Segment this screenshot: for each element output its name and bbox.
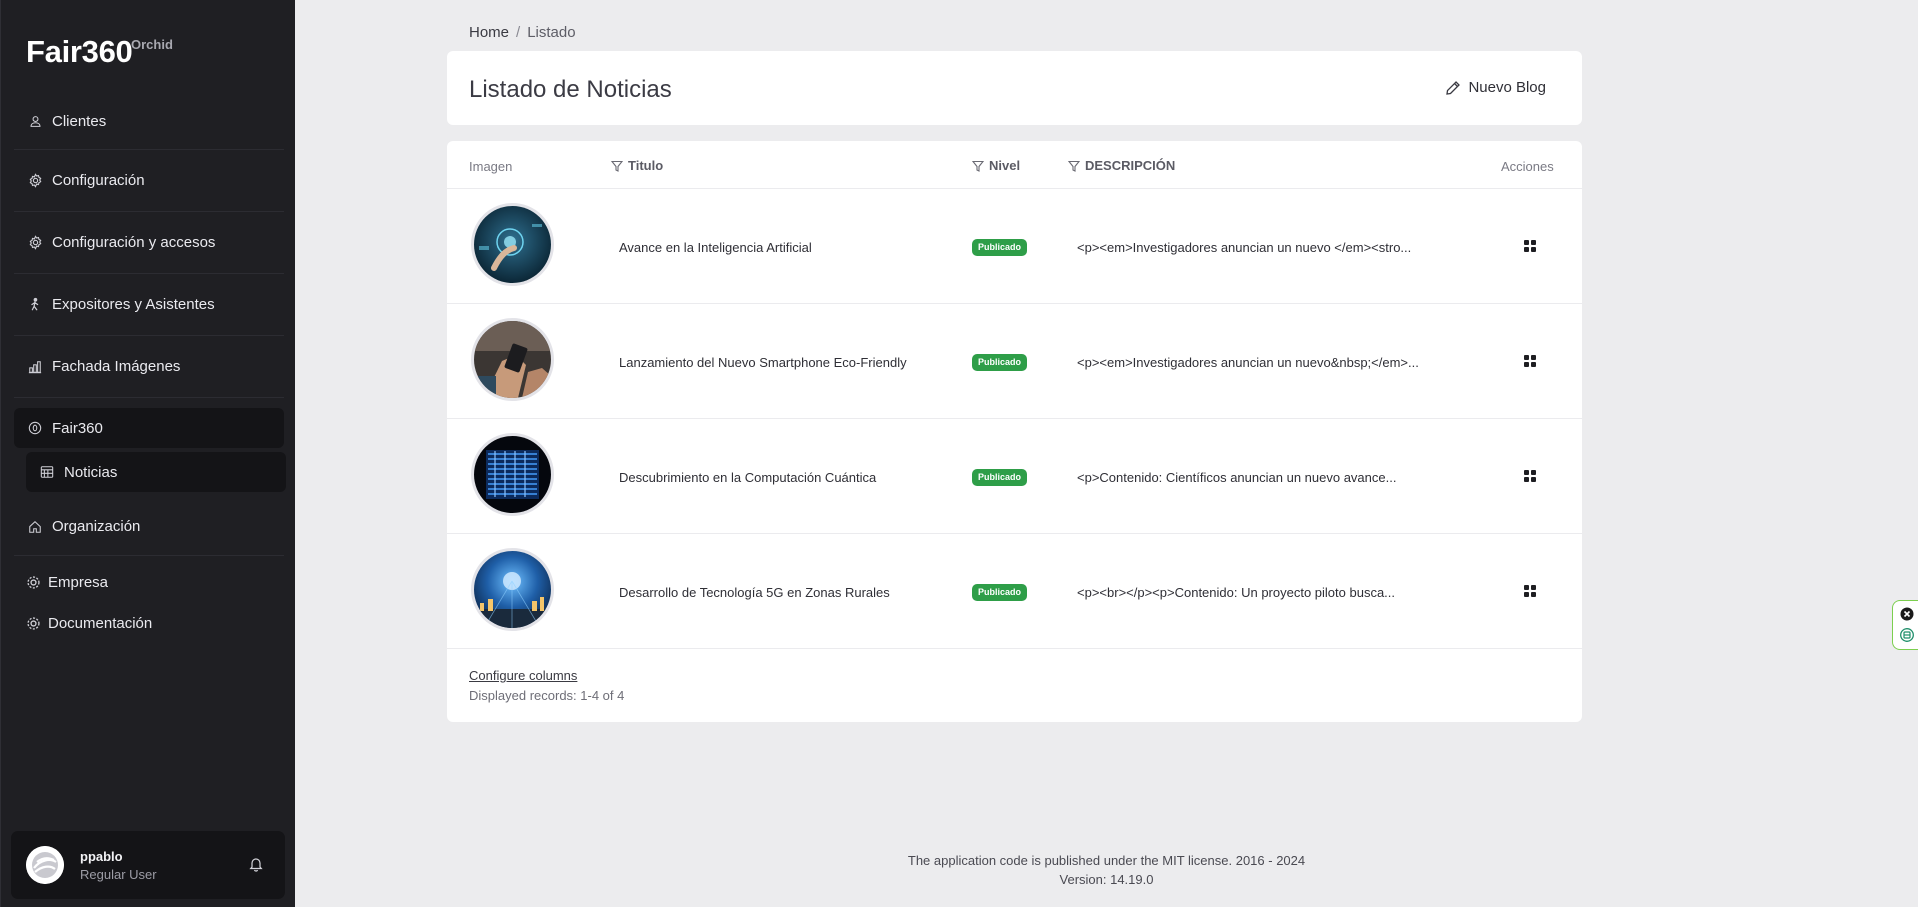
- sidebar-item-configuracion[interactable]: Configuración: [14, 150, 284, 212]
- news-thumbnail-quantum: [471, 433, 554, 516]
- gear-icon: [27, 235, 43, 251]
- news-table: Imagen Titulo Nivel DESCRIPCIÓN Acciones: [447, 141, 1582, 722]
- news-thumbnail-smartphone: [471, 318, 554, 401]
- close-circle-icon[interactable]: [1900, 607, 1914, 621]
- brand-subtitle: Orchid: [131, 37, 173, 52]
- sidebar-item-label: Expositores y Asistentes: [52, 296, 215, 313]
- license-text: The application code is published under …: [907, 853, 1306, 868]
- news-thumbnail-5g: [471, 548, 554, 631]
- news-description: <p>Contenido: Científicos anuncian un nu…: [1077, 470, 1397, 485]
- filter-icon[interactable]: [1067, 160, 1081, 172]
- extension-icon[interactable]: [1900, 628, 1914, 642]
- news-description: <p><br></p><p>Contenido: Un proyecto pil…: [1077, 585, 1396, 600]
- brand-logo[interactable]: Fair360: [26, 34, 133, 70]
- sidebar-item-label: Fair360: [52, 419, 103, 437]
- column-header-actions: Acciones: [1501, 159, 1554, 174]
- actions-menu-icon[interactable]: [1523, 239, 1537, 253]
- cog-icon: [25, 575, 41, 591]
- user-role: Regular User: [80, 867, 157, 882]
- floating-side-widget[interactable]: [1892, 600, 1918, 650]
- column-header-level[interactable]: Nivel: [971, 158, 1021, 173]
- sidebar-item-documentacion[interactable]: Documentación: [14, 603, 284, 644]
- cog-icon: [25, 616, 41, 632]
- walking-person-icon: [27, 297, 43, 313]
- news-title: Avance en la Inteligencia Artificial: [619, 240, 812, 255]
- column-header-image: Imagen: [469, 159, 513, 174]
- sidebar-item-expositores[interactable]: Expositores y Asistentes: [14, 274, 284, 336]
- gear-icon: [27, 173, 43, 189]
- user-name: ppablo: [80, 849, 123, 864]
- sidebar-item-configuracion-accesos[interactable]: Configuración y accesos: [14, 212, 284, 274]
- column-header-description[interactable]: DESCRIPCIÓN: [1067, 158, 1176, 173]
- actions-menu-icon[interactable]: [1523, 469, 1537, 483]
- bar-chart-icon: [27, 359, 43, 375]
- sidebar-item-clientes[interactable]: Clientes: [14, 93, 284, 150]
- sidebar-item-label: Documentación: [48, 615, 153, 632]
- configure-columns-link[interactable]: Configure columns: [469, 668, 577, 683]
- site-footer: The application code is published under …: [295, 851, 1918, 889]
- filter-icon[interactable]: [971, 160, 985, 172]
- table-header: Imagen Titulo Nivel DESCRIPCIÓN Acciones: [447, 141, 1582, 189]
- avatar: [26, 846, 64, 884]
- status-badge: Publicado: [972, 354, 1028, 371]
- new-blog-button[interactable]: Nuevo Blog: [1445, 79, 1546, 96]
- news-title: Lanzamiento del Nuevo Smartphone Eco-Fri…: [619, 355, 907, 370]
- sidebar-item-label: Noticias: [64, 463, 118, 481]
- sidebar-item-label: Fachada Imágenes: [52, 358, 181, 375]
- news-description: <p><em>Investigadores anuncian un nuevo …: [1077, 240, 1412, 255]
- sidebar-item-fair360[interactable]: Fair360: [14, 408, 284, 448]
- status-badge: Publicado: [972, 584, 1028, 601]
- news-thumbnail-ai: [471, 203, 554, 286]
- home-icon: [27, 519, 43, 535]
- circle-zero-icon: [27, 420, 43, 436]
- status-badge: Publicado: [972, 469, 1028, 486]
- calendar-grid-icon: [39, 464, 55, 480]
- sidebar-item-empresa[interactable]: Empresa: [14, 562, 284, 603]
- status-badge: Publicado: [972, 239, 1028, 256]
- page-title: Listado de Noticias: [469, 76, 672, 103]
- breadcrumb-current: Listado: [527, 24, 576, 41]
- sidebar-item-label: Configuración: [52, 172, 145, 189]
- table-row: Avance en la Inteligencia Artificial Pub…: [447, 189, 1582, 304]
- column-header-label: Nivel: [989, 158, 1021, 173]
- version-text: Version: 14.19.0: [1059, 872, 1154, 887]
- breadcrumb-separator: /: [516, 24, 521, 41]
- bell-icon[interactable]: [248, 856, 266, 874]
- page-header: Listado de Noticias Nuevo Blog: [447, 51, 1582, 125]
- pencil-icon: [1445, 80, 1461, 96]
- breadcrumb: Home / Listado: [469, 24, 576, 41]
- user-icon: [27, 113, 43, 129]
- column-header-label: DESCRIPCIÓN: [1085, 158, 1176, 173]
- actions-menu-icon[interactable]: [1523, 354, 1537, 368]
- column-header-title[interactable]: Titulo: [610, 158, 664, 173]
- actions-menu-icon[interactable]: [1523, 584, 1537, 598]
- news-title: Desarrollo de Tecnología 5G en Zonas Rur…: [619, 585, 890, 600]
- news-title: Descubrimiento en la Computación Cuántic…: [619, 470, 877, 485]
- sidebar-item-fachada-imagenes[interactable]: Fachada Imágenes: [14, 336, 284, 398]
- table-row: Descubrimiento en la Computación Cuántic…: [447, 419, 1582, 534]
- sidebar-item-noticias[interactable]: Noticias: [26, 452, 286, 492]
- sidebar: Fair360 Orchid Clientes Configuración Co…: [0, 0, 295, 907]
- sidebar-item-organizacion[interactable]: Organización: [14, 498, 284, 556]
- table-row: Lanzamiento del Nuevo Smartphone Eco-Fri…: [447, 304, 1582, 419]
- filter-icon[interactable]: [610, 160, 624, 172]
- sidebar-item-label: Organización: [52, 518, 141, 535]
- displayed-records: Displayed records: 1-4 of 4: [469, 688, 625, 703]
- column-header-label: Titulo: [628, 158, 664, 173]
- new-blog-label: Nuevo Blog: [1468, 79, 1546, 96]
- sidebar-item-label: Empresa: [48, 574, 109, 591]
- user-profile-card[interactable]: ppablo Regular User: [11, 831, 285, 899]
- table-row: Desarrollo de Tecnología 5G en Zonas Rur…: [447, 534, 1582, 649]
- breadcrumb-home[interactable]: Home: [469, 24, 509, 41]
- sidebar-item-label: Clientes: [52, 112, 107, 130]
- news-description: <p><em>Investigadores anuncian un nuevo&…: [1077, 355, 1419, 370]
- sidebar-nav: Clientes Configuración Configuración y a…: [14, 93, 286, 644]
- sidebar-item-label: Configuración y accesos: [52, 234, 216, 251]
